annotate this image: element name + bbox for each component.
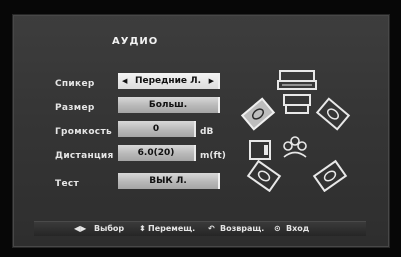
enter-hint: Вход: [286, 224, 310, 233]
distance-label: Дистанция: [55, 151, 114, 161]
size-label: Размер: [55, 103, 95, 113]
screen: АУДИО Спикер ◀ Передние Л. ▶ Размер Боль…: [0, 0, 401, 257]
volume-separator: [194, 122, 196, 136]
left-right-arrows-icon: ◀▶: [74, 224, 87, 233]
arrow-left-icon[interactable]: ◀: [122, 73, 127, 89]
move-hint: Перемещ.: [148, 224, 196, 233]
speaker-value: Передние Л.: [134, 76, 202, 86]
select-hint: Выбор: [94, 224, 125, 233]
subwoofer-icon: [283, 94, 311, 114]
speaker-selector[interactable]: ◀ Передние Л. ▶: [118, 73, 220, 89]
volume-value: 0: [152, 124, 160, 134]
volume-unit: dB: [200, 127, 214, 137]
volume-label: Громкость: [55, 127, 112, 137]
test-label: Тест: [55, 179, 79, 189]
back-hint: Возвращ.: [220, 224, 265, 233]
test-value: ВЫК Л.: [149, 176, 187, 186]
center-speaker-icon: [277, 70, 317, 90]
listener-icon: [283, 136, 307, 158]
distance-unit: m(ft): [200, 151, 226, 161]
test-field[interactable]: ВЫК Л.: [118, 173, 220, 189]
front-left-speaker-icon: [240, 97, 276, 131]
return-icon: ↶: [208, 224, 215, 233]
arrow-right-icon[interactable]: ▶: [209, 73, 214, 89]
speaker-label: Спикер: [55, 79, 95, 89]
distance-value: 6.0(20): [137, 148, 175, 158]
size-value: Больш.: [148, 100, 188, 110]
enter-icon: ⊙: [274, 224, 281, 233]
front-right-speaker-icon: [315, 97, 351, 131]
distance-separator: [194, 146, 196, 160]
up-down-arrows-icon: ⬍: [139, 224, 146, 233]
footer-bar: ◀▶ Выбор ⬍ Перемещ. ↶ Возвращ. ⊙ Вход: [34, 221, 366, 236]
volume-field[interactable]: 0: [118, 121, 196, 137]
small-speaker-icon: [249, 140, 271, 160]
size-field[interactable]: Больш.: [118, 97, 220, 113]
speaker-layout-icon: [240, 70, 351, 192]
rear-right-speaker-icon: [312, 159, 348, 192]
rear-left-speaker-icon: [246, 159, 282, 192]
distance-field[interactable]: 6.0(20): [118, 145, 196, 161]
page-title: АУДИО: [112, 36, 159, 47]
